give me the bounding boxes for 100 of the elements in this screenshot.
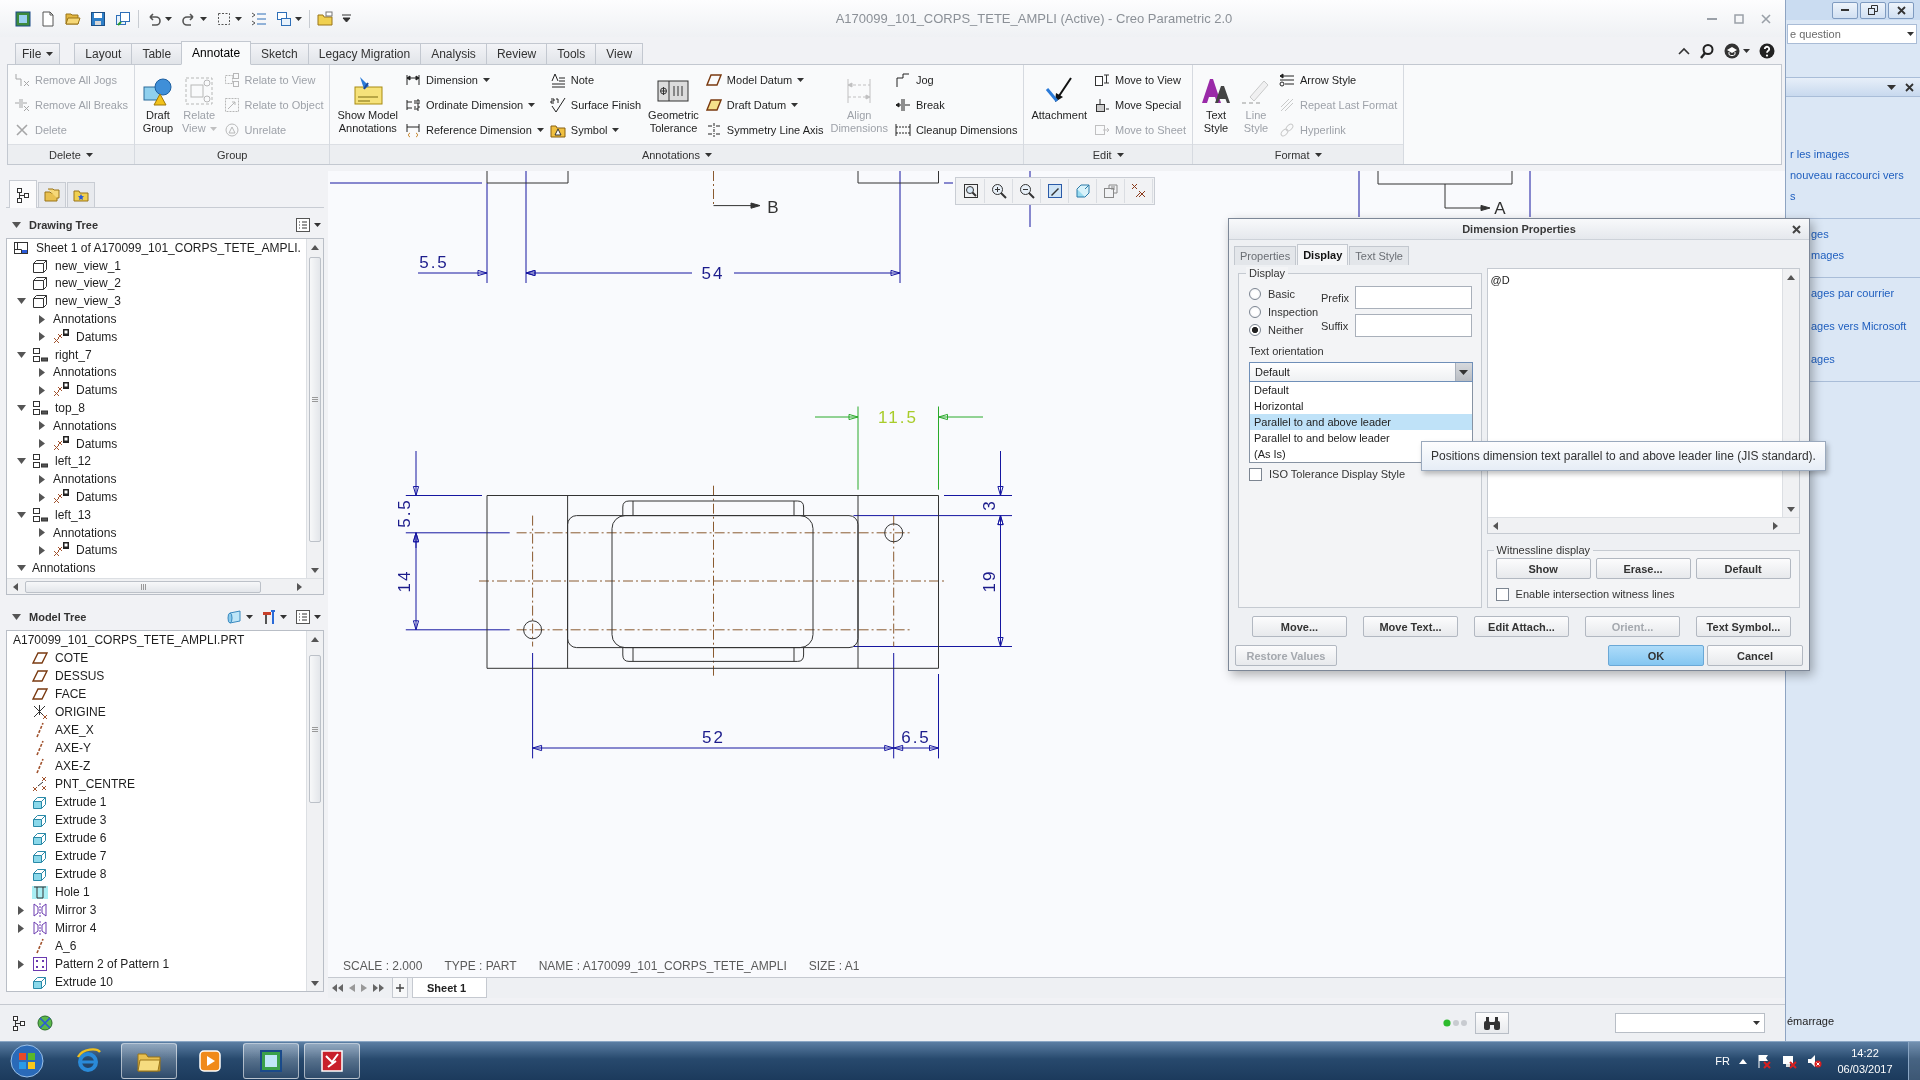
tree-item[interactable]: Extrude 8 [7, 865, 306, 883]
input-field[interactable] [1355, 314, 1472, 337]
ribbon-button[interactable]: Reference Dimension [403, 117, 546, 142]
dialog-button[interactable]: Cancel [1707, 645, 1803, 666]
dialog-button[interactable]: Text Symbol... [1696, 616, 1791, 637]
display-button[interactable] [226, 607, 254, 626]
help-link[interactable]: nouveau raccourci vers [1790, 168, 1904, 183]
help-link[interactable]: ages [1811, 352, 1835, 367]
ribbon-tab[interactable]: Layout [74, 43, 133, 64]
ribbon-button[interactable]: Symbol [547, 117, 644, 142]
tree-item[interactable]: new_view_1 [7, 256, 306, 275]
find-button[interactable] [1475, 1012, 1509, 1034]
tree-item[interactable]: Datums [7, 381, 306, 400]
tree-item[interactable]: new_view_3 [7, 292, 306, 311]
navigator-tab[interactable] [9, 180, 37, 208]
tree-item[interactable]: A_6 [7, 937, 306, 955]
tree-item[interactable]: new_view_2 [7, 274, 306, 293]
checkbox[interactable] [1495, 587, 1509, 601]
tree-item[interactable]: Annotations [7, 310, 306, 328]
ribbon-tab[interactable]: Legacy Migration [307, 43, 422, 64]
minimize-button[interactable] [1832, 1, 1858, 19]
tree-item[interactable]: left_13 [7, 505, 306, 524]
vertical-scrollbar[interactable] [306, 239, 323, 578]
tree-item[interactable]: Extrude 10 [7, 973, 306, 991]
radio-button[interactable] [1249, 306, 1261, 318]
tree-item[interactable]: top_8 [7, 399, 306, 417]
ribbon-tab[interactable]: Sketch [250, 43, 309, 64]
dialog-tab[interactable]: Properties [1234, 246, 1297, 265]
tree-item[interactable]: Datums [7, 541, 306, 560]
ribbon-button[interactable]: Move to View [1092, 67, 1188, 92]
radio-option[interactable]: Basic [1249, 285, 1321, 303]
close-button[interactable] [1888, 1, 1914, 19]
ribbon-button[interactable]: Ordinate Dimension [403, 92, 546, 117]
scroll-thumb[interactable] [25, 580, 261, 593]
dropdown-option[interactable]: Parallel to and above leader [1250, 414, 1472, 430]
tree-item[interactable]: Annotations [7, 363, 306, 382]
tree-item[interactable]: Pattern 2 of Pattern 1 [7, 955, 306, 973]
restore-button[interactable] [1860, 1, 1886, 19]
help-link[interactable]: ages par courrier [1811, 286, 1895, 301]
tree-item[interactable]: right_7 [7, 345, 306, 364]
dialog-button[interactable]: Default [1695, 558, 1791, 579]
help-link[interactable]: ges [1811, 227, 1829, 242]
tree-item[interactable]: Mirror 4 [7, 919, 306, 937]
tree-item[interactable]: Datums [7, 488, 306, 506]
last-sheet-button[interactable] [373, 984, 384, 992]
dialog-tab[interactable]: Text Style [1349, 246, 1409, 265]
ribbon-button[interactable]: Draft Group [138, 67, 177, 135]
dropdown-option[interactable]: Default [1250, 382, 1472, 398]
tree-item[interactable]: Hole 1 [7, 883, 306, 901]
ribbon-button[interactable]: Show Model Annotations [334, 67, 401, 135]
dialog-button[interactable]: OK [1608, 645, 1704, 666]
ribbon-button[interactable]: Symmetry Line Axis [703, 117, 826, 142]
tree-item[interactable]: left_12 [7, 452, 306, 471]
horizontal-scrollbar[interactable] [7, 578, 323, 594]
tree-item[interactable]: AXE-Z [7, 757, 306, 775]
input-field[interactable] [1355, 286, 1472, 309]
help-link[interactable]: s [1790, 189, 1796, 204]
tree-item[interactable]: Annotations [7, 559, 306, 578]
ribbon-button[interactable]: Model Datum [703, 67, 826, 92]
help-link[interactable]: r les images [1790, 147, 1850, 162]
tree-item[interactable]: DESSUS [7, 667, 306, 685]
help-link[interactable]: ages vers Microsoft [1811, 319, 1907, 334]
taskbar-app-button[interactable] [243, 1043, 299, 1079]
tree-settings-button[interactable] [294, 215, 322, 234]
tree-item[interactable]: Extrude 3 [7, 811, 306, 829]
scroll-thumb[interactable] [309, 655, 321, 803]
ribbon-button[interactable]: Cleanup Dimensions [892, 117, 1020, 142]
tree-item[interactable]: COTE [7, 649, 306, 667]
dialog-button[interactable]: Move... [1252, 616, 1347, 637]
tree-item[interactable]: PNT_CENTRE [7, 775, 306, 793]
ribbon-button[interactable]: Text Style [1197, 67, 1235, 135]
question-field[interactable]: e question [1787, 24, 1917, 44]
tree-item[interactable]: Extrude 6 [7, 829, 306, 847]
dropdown-option[interactable]: Horizontal [1250, 398, 1472, 414]
ribbon-tab[interactable]: Review [485, 43, 548, 64]
ribbon-tab[interactable]: Table [131, 43, 183, 64]
ribbon-tab[interactable]: View [595, 43, 644, 64]
horizontal-scrollbar[interactable] [1487, 517, 1799, 533]
radio-button[interactable] [1249, 288, 1261, 300]
taskbar-app-button[interactable] [304, 1043, 360, 1079]
ribbon-button[interactable]: Move Special [1092, 92, 1188, 117]
add-sheet-button[interactable] [392, 978, 408, 998]
ribbon-button[interactable]: Geometric Tolerance [645, 67, 702, 135]
tree-item[interactable]: AXE-Y [7, 739, 306, 757]
tree-item[interactable]: Datums [7, 434, 306, 453]
show-desktop-button[interactable] [1908, 1042, 1920, 1080]
tree-item[interactable]: FACE [7, 685, 306, 703]
first-sheet-button[interactable] [332, 984, 343, 992]
language-indicator[interactable]: FR [1715, 1055, 1730, 1067]
tree-item[interactable]: Extrude 1 [7, 793, 306, 811]
ribbon-button[interactable]: Jog [892, 67, 1020, 92]
tree-item[interactable]: Annotations [7, 523, 306, 542]
tree-item[interactable]: A170099_101_CORPS_TETE_AMPLI.PRT [7, 631, 306, 649]
ribbon-button[interactable]: Surface Finish [547, 92, 644, 117]
vertical-scrollbar[interactable] [306, 631, 323, 991]
clock-time[interactable]: 14:22 [1851, 1045, 1879, 1061]
tree-item[interactable]: ORIGINE [7, 703, 306, 721]
tree-item[interactable]: Datums [7, 328, 306, 346]
tree-item[interactable]: Extrude 7 [7, 847, 306, 865]
help-button[interactable] [1758, 41, 1776, 60]
